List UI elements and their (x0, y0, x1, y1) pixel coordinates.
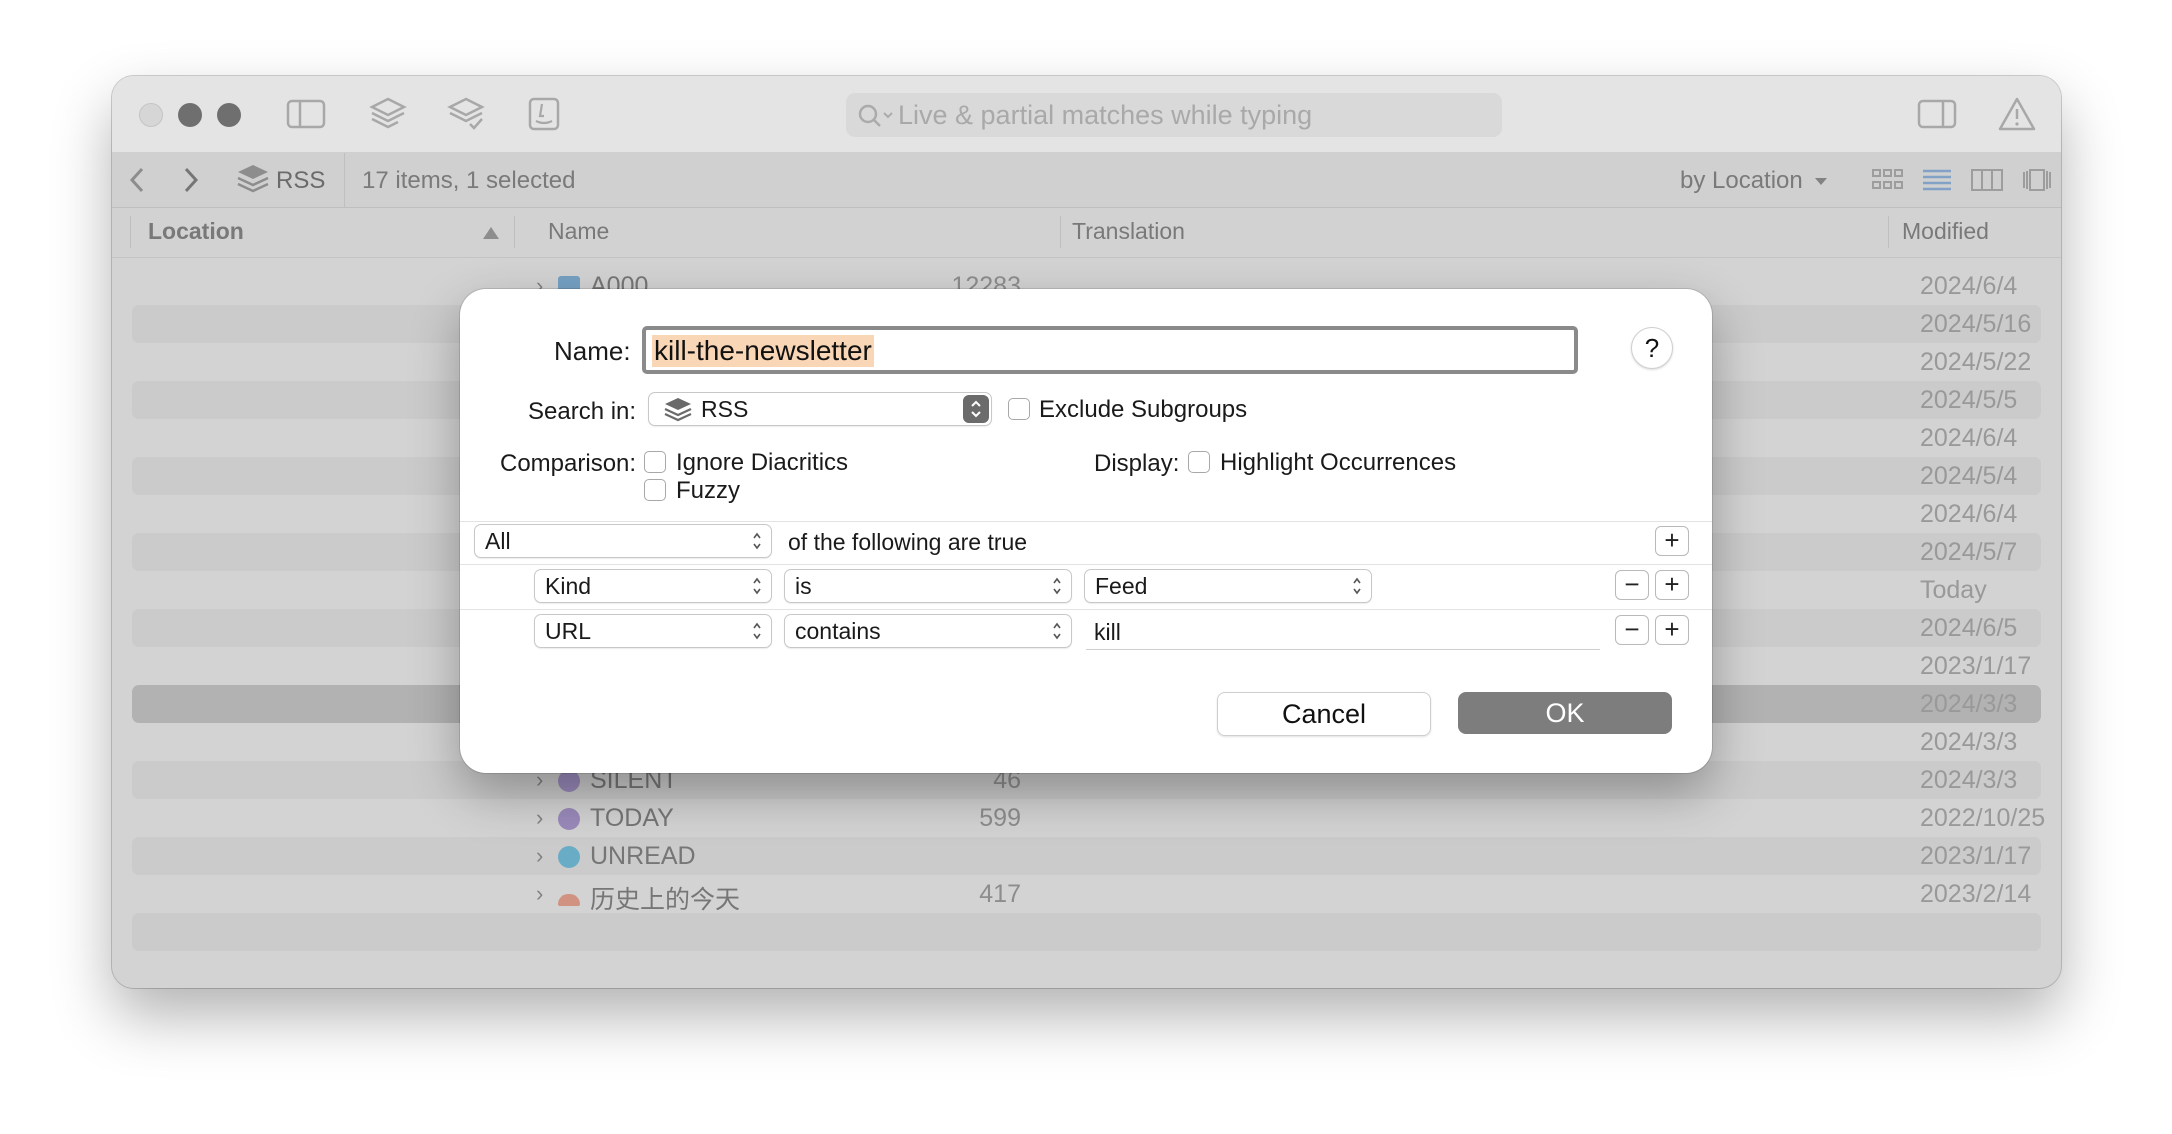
name-input[interactable]: kill-the-newsletter (642, 326, 1578, 374)
ignore-diacritics-checkbox[interactable] (644, 451, 666, 473)
search-icon (858, 104, 893, 127)
rule-value-text: kill (1094, 619, 1121, 645)
smart-group-dialog: Name: kill-the-newsletter ? Search in: R… (460, 289, 1712, 773)
rule-field-popup[interactable]: Kind (534, 569, 772, 603)
rule-operator-value: contains (795, 618, 881, 644)
highlight-occurrences-label: Highlight Occurrences (1220, 449, 1457, 476)
warning-icon[interactable] (1997, 96, 2037, 132)
name-input-value: kill-the-newsletter (652, 335, 874, 367)
help-button[interactable]: ? (1631, 327, 1673, 369)
rule-operator-value: is (795, 573, 812, 599)
updown-chevron-icon (1053, 622, 1061, 640)
add-rule-button[interactable]: + (1655, 570, 1689, 600)
match-mode-popup[interactable]: All (474, 524, 772, 558)
fuzzy-checkbox[interactable] (644, 479, 666, 501)
toolbar (112, 76, 2061, 153)
name-label: Name: (554, 336, 631, 366)
divider (460, 521, 1712, 522)
match-mode-value: All (485, 528, 511, 554)
rule-value-popup[interactable]: Feed (1084, 569, 1372, 603)
sidebar-toggle-icon[interactable] (286, 96, 326, 132)
remove-rule-button[interactable]: − (1615, 615, 1649, 645)
fuzzy-label: Fuzzy (676, 477, 741, 504)
popup-stepper-icon (963, 395, 989, 423)
updown-chevron-icon (753, 622, 761, 640)
remove-rule-button[interactable]: − (1615, 570, 1649, 600)
search-field[interactable] (846, 93, 1502, 137)
cancel-button[interactable]: Cancel (1217, 692, 1431, 736)
exclude-subgroups-label: Exclude Subgroups (1039, 396, 1248, 423)
divider (460, 609, 1712, 610)
comparison-label: Comparison: (500, 450, 637, 477)
verify-database-icon[interactable] (446, 96, 486, 132)
divider (460, 564, 1712, 565)
zoom-window-button[interactable] (217, 103, 241, 127)
search-in-value: RSS (701, 396, 749, 422)
updown-chevron-icon (753, 577, 761, 595)
rule-field-value: Kind (545, 573, 592, 599)
new-database-icon[interactable] (368, 96, 408, 132)
display-label: Display: (1094, 450, 1180, 477)
updown-chevron-icon (1053, 577, 1061, 595)
add-rule-button[interactable]: + (1655, 526, 1689, 556)
rule-field-value: URL (545, 618, 592, 644)
rule-value-value: Feed (1095, 573, 1148, 599)
search-input[interactable] (898, 93, 1488, 137)
rule-value-input[interactable]: kill (1086, 614, 1600, 650)
search-in-label: Search in: (528, 398, 637, 425)
database-icon (664, 398, 692, 422)
exclude-subgroups-checkbox[interactable] (1008, 398, 1030, 420)
rule-operator-popup[interactable]: is (784, 569, 1072, 603)
minimize-window-button[interactable] (178, 103, 202, 127)
ok-button[interactable]: OK (1458, 692, 1672, 734)
rule-operator-popup[interactable]: contains (784, 614, 1072, 648)
highlight-occurrences-checkbox[interactable] (1188, 451, 1210, 473)
close-window-button[interactable] (139, 103, 163, 127)
inspector-toggle-icon[interactable] (1917, 96, 1957, 132)
rule-field-popup[interactable]: URL (534, 614, 772, 648)
updown-chevron-icon (753, 532, 761, 550)
ignore-diacritics-label: Ignore Diacritics (676, 449, 849, 476)
updown-chevron-icon (1353, 577, 1361, 595)
search-in-popup[interactable]: RSS (648, 392, 992, 426)
add-rule-button[interactable]: + (1655, 615, 1689, 645)
match-suffix-text: of the following are true (788, 529, 1028, 555)
finder-icon[interactable] (524, 96, 564, 132)
